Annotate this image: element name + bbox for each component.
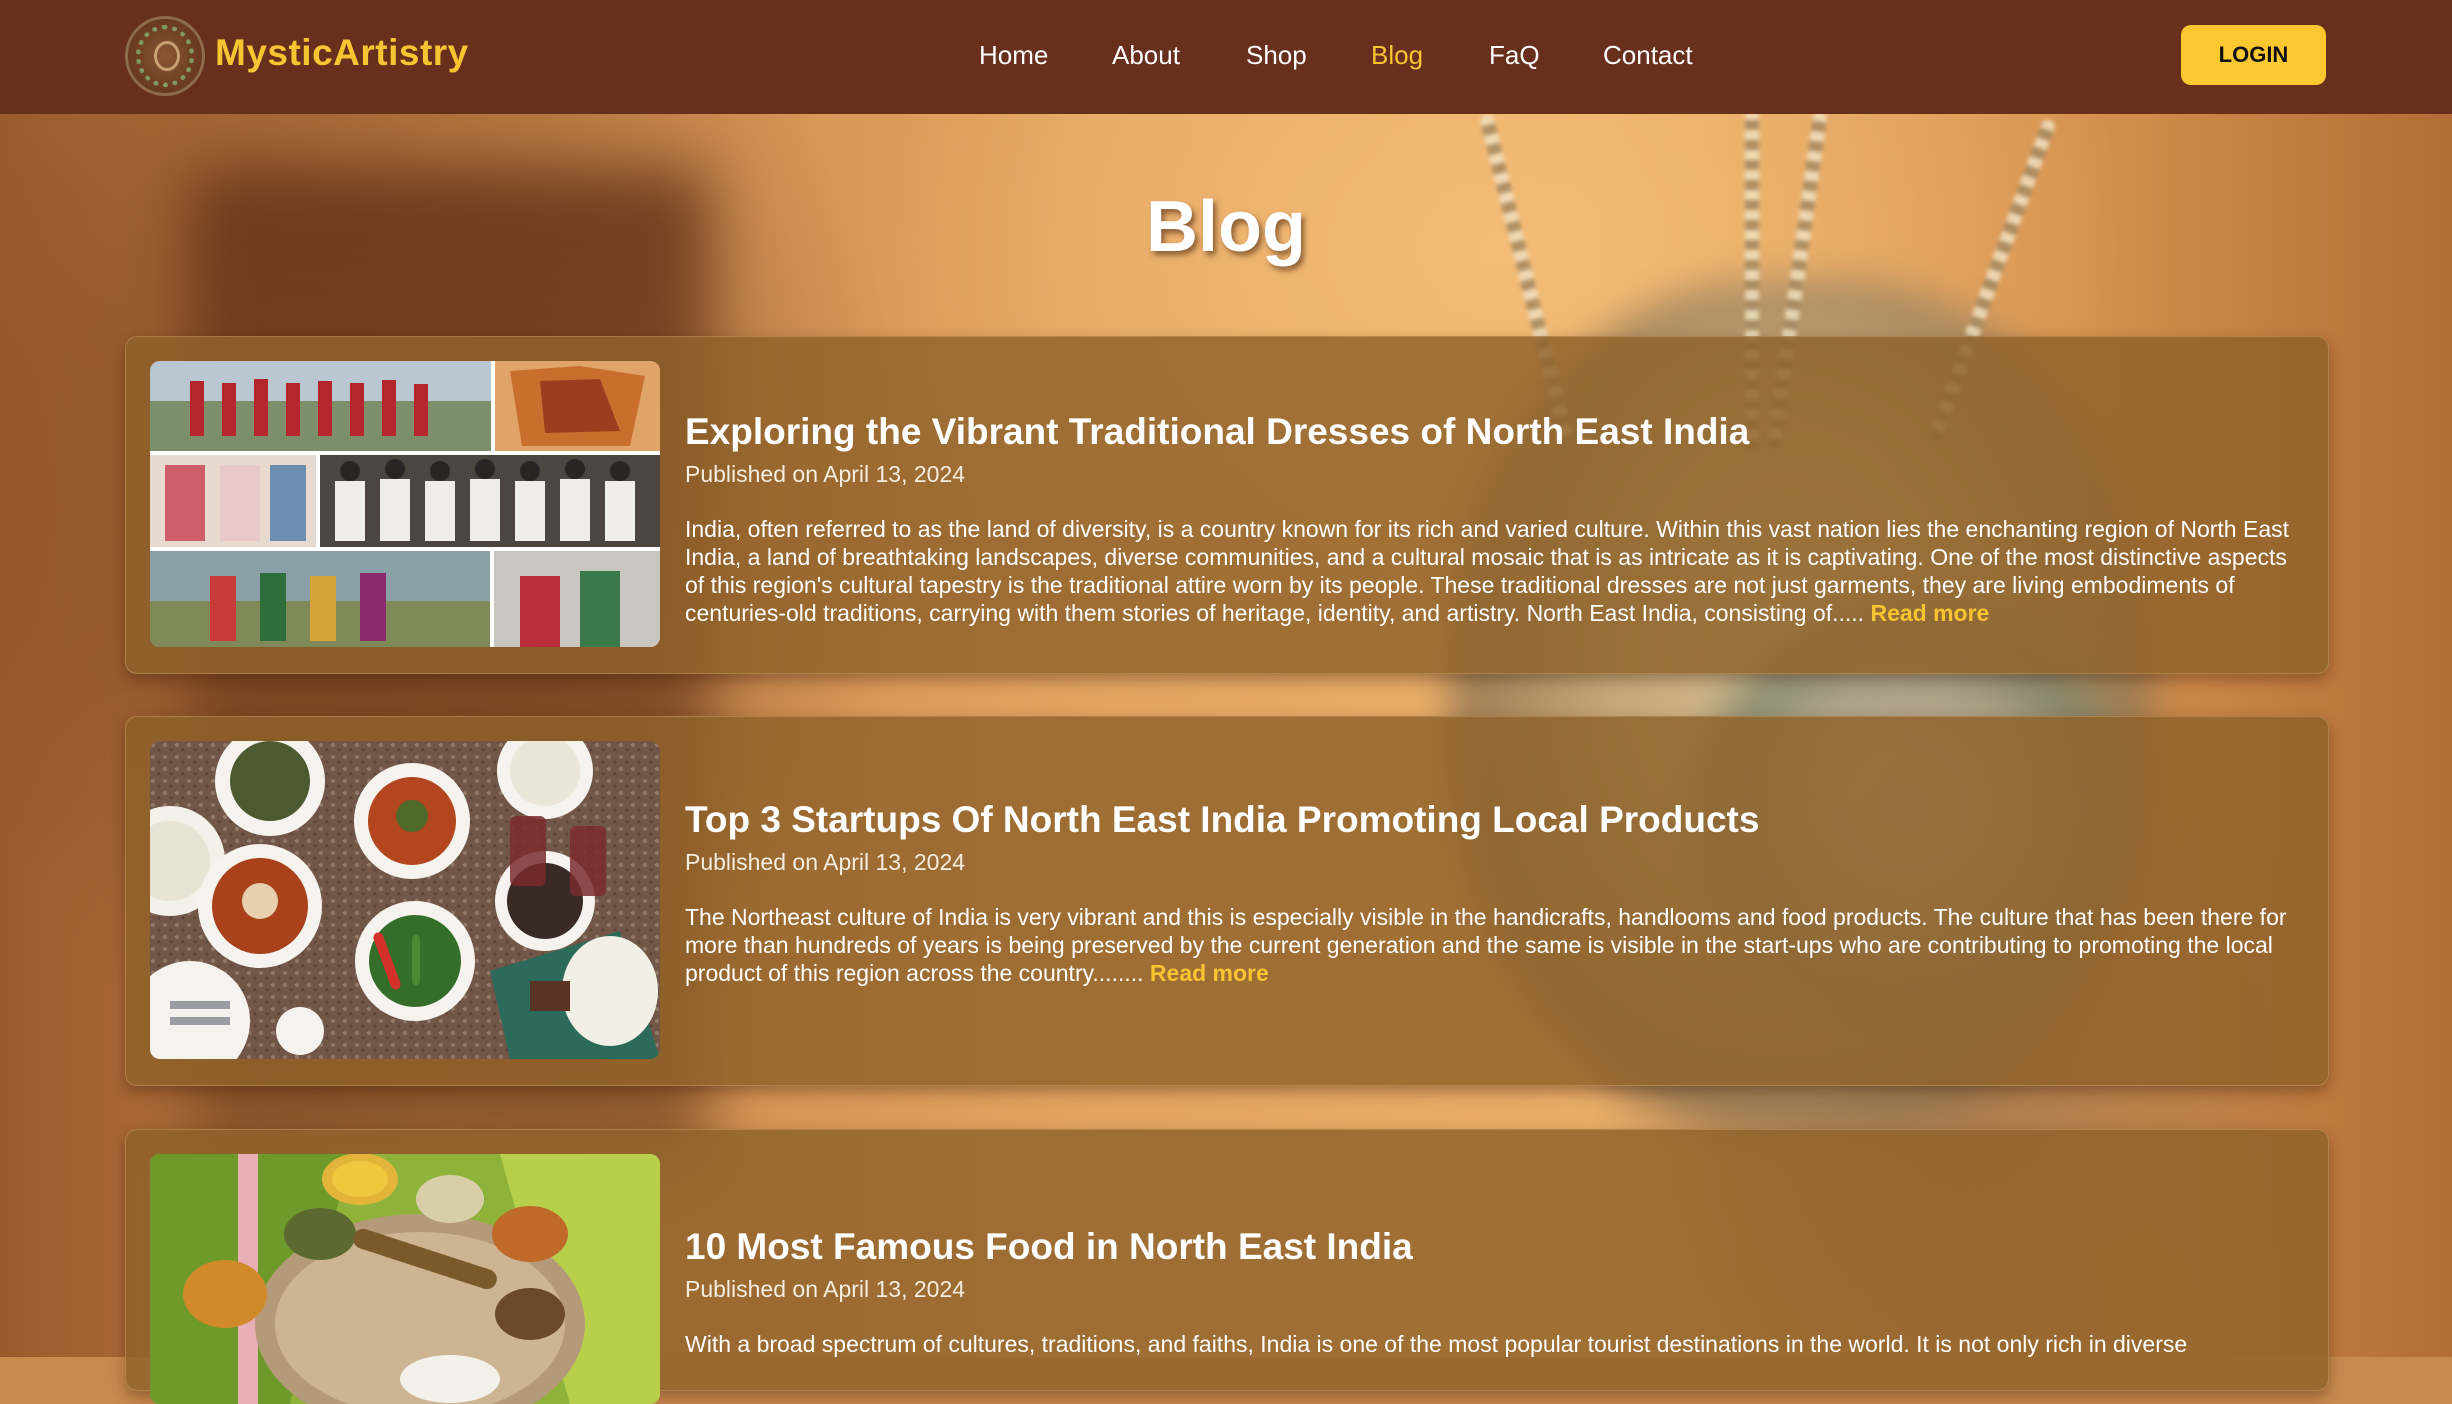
nav-link-shop[interactable]: Shop [1246, 40, 1307, 71]
blog-card-title[interactable]: Top 3 Startups Of North East India Promo… [685, 799, 2298, 841]
blog-card-body: Top 3 Startups Of North East India Promo… [685, 799, 2298, 987]
blog-card-excerpt-text: India, often referred to as the land of … [685, 516, 2290, 626]
page-title: Blog [1146, 187, 1306, 267]
food-table-image [150, 741, 660, 1059]
read-more-link[interactable]: Read more [1150, 960, 1269, 986]
nav-link-about[interactable]: About [1112, 40, 1180, 71]
blog-card-date: Published on April 13, 2024 [685, 849, 966, 875]
nav-link-contact[interactable]: Contact [1603, 40, 1693, 71]
blog-card-body: Exploring the Vibrant Traditional Dresse… [685, 411, 2298, 627]
nav-link-home[interactable]: Home [979, 40, 1048, 71]
blog-card-title[interactable]: Exploring the Vibrant Traditional Dresse… [685, 411, 2298, 453]
blog-card-image[interactable] [150, 741, 660, 1059]
blog-card-excerpt: The Northeast culture of India is very v… [685, 903, 2298, 987]
login-button[interactable]: LOGIN [2181, 25, 2326, 85]
read-more-link[interactable]: Read more [1870, 600, 1989, 626]
blog-card-title[interactable]: 10 Most Famous Food in North East India [685, 1226, 2298, 1268]
blog-card-excerpt: With a broad spectrum of cultures, tradi… [685, 1330, 2298, 1358]
nav-link-blog[interactable]: Blog [1371, 40, 1423, 71]
blog-card-date: Published on April 13, 2024 [685, 1276, 966, 1302]
blog-card-date: Published on April 13, 2024 [685, 461, 966, 487]
thali-platter-image [150, 1154, 660, 1404]
blog-card-excerpt-text: With a broad spectrum of cultures, tradi… [685, 1331, 2188, 1357]
blog-card-image[interactable] [150, 1154, 660, 1404]
blog-card: 10 Most Famous Food in North East India … [125, 1129, 2329, 1404]
site-header: MysticArtistry Home About Shop Blog FaQ … [0, 0, 2452, 114]
traditional-dress-collage-image [150, 361, 660, 647]
blog-card-excerpt-text: The Northeast culture of India is very v… [685, 904, 2287, 986]
nav-link-faq[interactable]: FaQ [1489, 40, 1540, 71]
blog-card-body: 10 Most Famous Food in North East India … [685, 1226, 2298, 1358]
blog-card-excerpt: India, often referred to as the land of … [685, 515, 2298, 627]
main-nav: Home About Shop Blog FaQ Contact [0, 0, 2452, 114]
blog-card: Top 3 Startups Of North East India Promo… [125, 716, 2329, 1086]
blog-card-image[interactable] [150, 361, 660, 647]
blog-card: Exploring the Vibrant Traditional Dresse… [125, 336, 2329, 674]
